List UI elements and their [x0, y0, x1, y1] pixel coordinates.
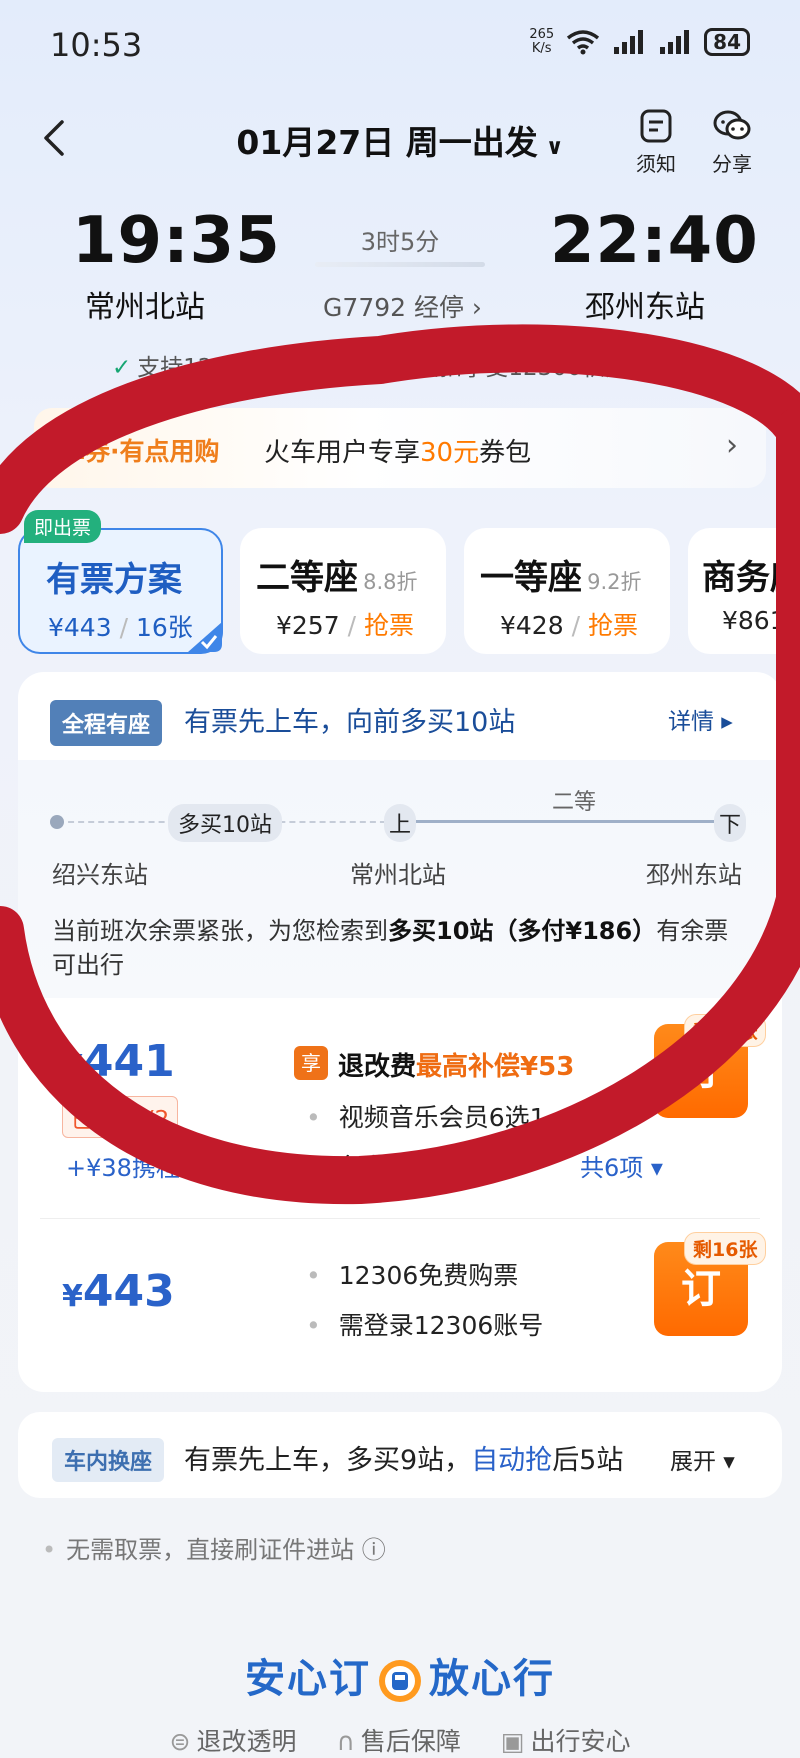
duration: 3时5分 — [360, 228, 440, 256]
availability-notice: 当前班次余票紧张，为您检索到多买10站（多付¥186）有余票可出行 — [52, 917, 729, 979]
bag-icon: ▣ — [500, 1727, 525, 1756]
share-icon — [713, 110, 751, 140]
arrival-station: 邳州东站 — [585, 290, 705, 325]
yen-circle-icon: ⊜ — [169, 1727, 191, 1756]
option-divider — [40, 1218, 760, 1219]
route-board-station: 常州北站 — [350, 861, 446, 889]
seat-change-tag: 车内换座 — [52, 1438, 165, 1482]
tab-business-class[interactable]: 商务座 ¥861 — [688, 528, 800, 654]
instant-ticket-badge: 即出票 — [24, 510, 102, 543]
option1-refund-title: 退改费最高补偿¥53 — [338, 1052, 575, 1082]
signal-icon-2 — [660, 30, 690, 54]
route-end-station: 邳州东站 — [646, 861, 742, 889]
notice-button[interactable]: 须知 — [636, 108, 676, 177]
detail-link[interactable]: 详情 ▸ — [668, 702, 733, 736]
option2-price: ¥443 — [62, 1266, 175, 1317]
option1-bullet: 免费改签 — [306, 1148, 439, 1184]
expand-button[interactable]: 展开 ▾ — [670, 1442, 735, 1476]
duration-line — [315, 262, 485, 267]
train-logo-icon — [379, 1660, 421, 1702]
option1-bullet: 视频音乐会员6选1 — [306, 1098, 546, 1134]
option1-price: ¥441 — [62, 1036, 175, 1087]
chevron-down-icon: ∨ — [545, 135, 564, 160]
route-riding-segment — [400, 820, 730, 823]
option2-bullet: 需登录12306账号 — [306, 1306, 544, 1342]
enjoy-badge: 享 — [294, 1046, 328, 1080]
net-speed: 265 K/s — [529, 27, 555, 56]
tab-second-class[interactable]: 二等座 8.8折 ¥257 / 抢票 — [240, 528, 446, 654]
departure-time: 19:35 — [72, 204, 281, 278]
option1-subsidy-badge: 已补贴¥2 — [62, 1096, 179, 1138]
promo-tag: 拿券·有点用购 — [60, 437, 220, 466]
signal-icon — [614, 30, 644, 54]
option1-more-link[interactable]: 共6项 ▾ — [580, 1148, 663, 1183]
status-time: 10:53 — [50, 26, 143, 64]
fullseat-text: 有票先上车，向前多买10站 — [184, 707, 516, 738]
chevron-right-icon: › — [726, 428, 738, 463]
no-pickup-tip: • 无需取票，直接刷证件进站 ⓘ — [42, 1536, 386, 1564]
alight-marker: 下 — [714, 804, 746, 842]
status-icons: 265 K/s 84 — [529, 28, 750, 56]
departure-station: 常州北站 — [85, 290, 205, 325]
option1-addon: +¥38携程全程保障 — [66, 1154, 276, 1182]
page-title: 01月27日 周一出发 — [236, 123, 538, 162]
train-number-link[interactable]: G7792 经停 › — [315, 288, 490, 324]
selected-check-icon — [188, 622, 222, 652]
guarantee-footer: ⊜ 退改透明 ∩ 售后保障 ▣ 出行安心 — [0, 1722, 800, 1758]
tab-first-class[interactable]: 一等座 9.2折 ¥428 / 抢票 — [464, 528, 670, 654]
share-button[interactable]: 分享 — [712, 108, 752, 177]
promo-banner[interactable]: 拿券·有点用购 火车用户专享30元券包 › — [34, 408, 766, 488]
footer-travel-safe: ▣ 出行安心 — [500, 1727, 631, 1756]
fullseat-tag: 全程有座 — [50, 700, 163, 746]
arrival-time: 22:40 — [550, 204, 759, 278]
route-start-dot — [50, 815, 64, 829]
seat-change-text: 有票先上车，多买9站，自动抢后5站 — [184, 1445, 624, 1476]
option2-remaining-badge: 剩16张 — [684, 1232, 767, 1265]
slogan: 安心订 放心行 — [245, 1656, 555, 1702]
wifi-icon — [567, 30, 600, 55]
option2-bullet: 12306免费购票 — [306, 1256, 519, 1292]
route-start-station: 绍兴东站 — [52, 861, 148, 889]
points-support[interactable]: ✓ 支持12306积分兑换 · 积分抵扣享受12306积分兑换 › — [112, 348, 690, 382]
notice-icon — [640, 109, 672, 143]
check-icon: ✓ — [112, 355, 132, 381]
promo-text: 火车用户专享30元券包 — [264, 438, 532, 468]
date-selector[interactable]: 01月27日 周一出发 ∨ — [0, 116, 800, 164]
battery-level: 84 — [704, 28, 750, 56]
headset-icon: ∩ — [336, 1727, 355, 1756]
footer-after-sales: ∩ 售后保障 — [336, 1727, 461, 1756]
extra-stations-pill: 多买10站 — [168, 804, 282, 842]
board-marker: 上 — [384, 804, 416, 842]
seat-class-label: 二等 — [552, 790, 597, 815]
option1-remaining-badge: 剩16张 — [684, 1014, 767, 1047]
footer-transparent-refund: ⊜ 退改透明 — [169, 1727, 297, 1756]
